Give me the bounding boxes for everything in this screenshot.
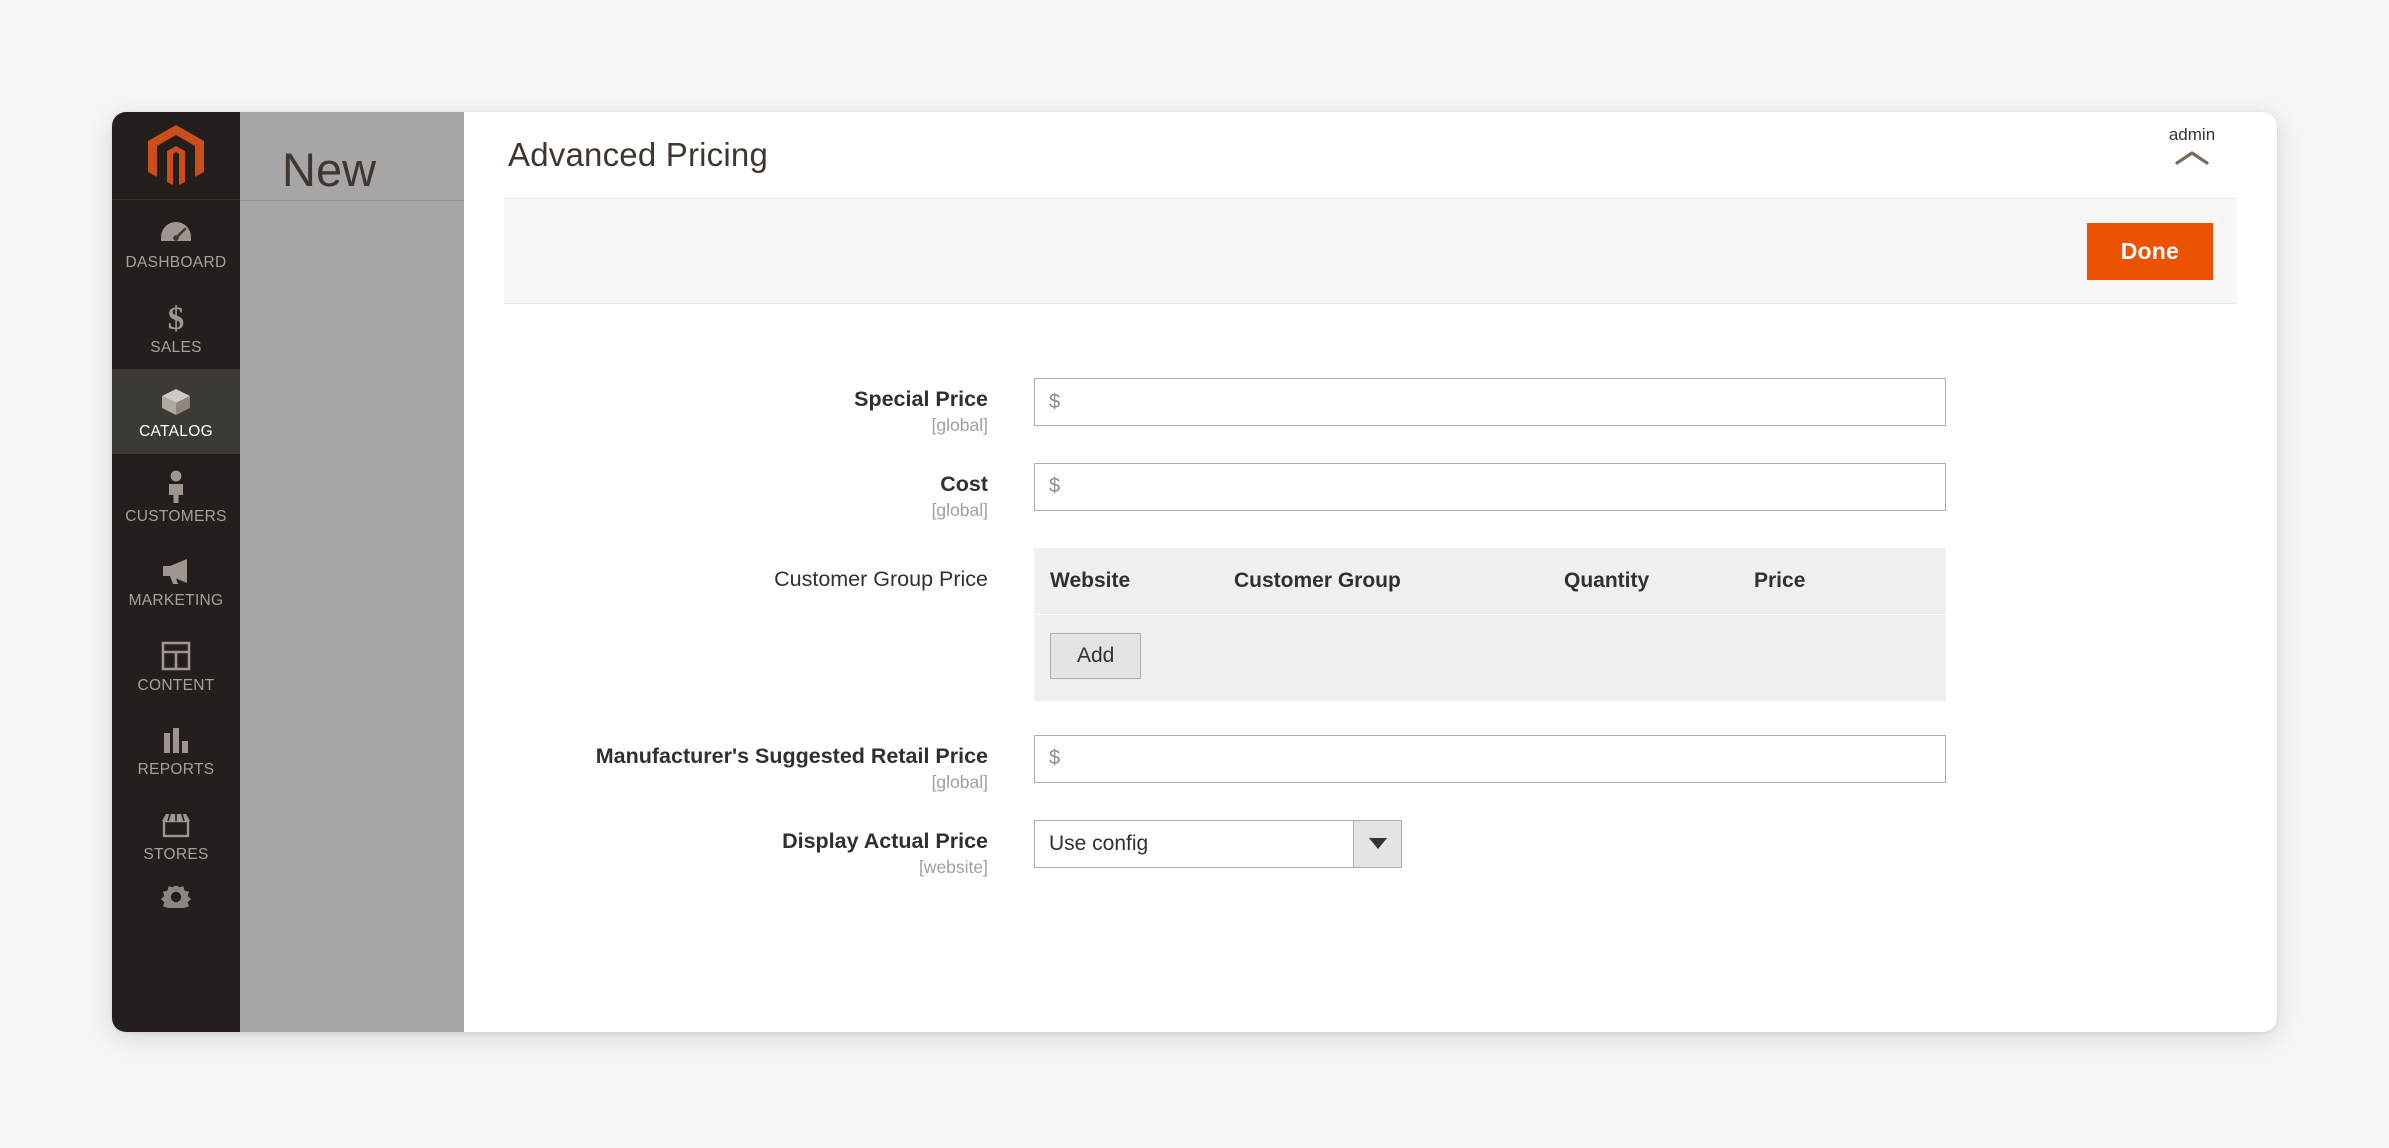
table-header-row: Website Customer Group Quantity Price bbox=[1034, 547, 1946, 615]
field-special-price: Special Price [global] bbox=[464, 378, 2277, 435]
column-header-quantity: Quantity bbox=[1564, 547, 1754, 615]
modal-title: Advanced Pricing bbox=[508, 136, 769, 173]
table-body: Add bbox=[1034, 614, 1946, 701]
sidebar-item-marketing[interactable]: MARKETING bbox=[112, 538, 240, 623]
field-control: Use config bbox=[1034, 819, 2277, 868]
gear-icon bbox=[114, 886, 238, 908]
dashboard-gauge-icon bbox=[114, 216, 238, 250]
sidebar-item-label: CATALOG bbox=[139, 423, 213, 440]
cost-input[interactable] bbox=[1034, 462, 1946, 511]
field-label: Manufacturer's Suggested Retail Price bbox=[595, 743, 988, 768]
msrp-input[interactable] bbox=[1034, 734, 1946, 783]
select-selected-value: Use config bbox=[1049, 831, 1149, 855]
sidebar-item-content[interactable]: CONTENT bbox=[112, 623, 240, 708]
modal-header: Advanced Pricing admin bbox=[464, 112, 2277, 198]
field-scope: [global] bbox=[931, 771, 988, 792]
add-tier-price-button[interactable]: Add bbox=[1050, 632, 1142, 679]
page-title: New bbox=[282, 143, 377, 196]
page-overlay: New Advanced Pricing admin Done Special … bbox=[240, 112, 2277, 1032]
field-control: Website Customer Group Quantity Price Ad… bbox=[1034, 547, 2277, 701]
field-control bbox=[1034, 462, 2277, 511]
storefront-icon bbox=[114, 808, 238, 842]
chevron-up-icon[interactable] bbox=[2173, 149, 2211, 167]
admin-window: DASHBOARD $ SALES CATALOG CUSTOMERS MARK… bbox=[112, 112, 2277, 1032]
field-label: Display Actual Price bbox=[782, 828, 988, 853]
table-head: Website Customer Group Quantity Price bbox=[1034, 547, 1946, 615]
field-scope: [website] bbox=[918, 856, 988, 877]
field-control bbox=[1034, 734, 2277, 783]
field-label-group: Display Actual Price [website] bbox=[464, 820, 1034, 877]
column-header-website: Website bbox=[1034, 547, 1234, 615]
table-footer-cell: Add bbox=[1034, 614, 1946, 701]
done-button[interactable]: Done bbox=[2086, 222, 2213, 280]
admin-account-label: admin bbox=[2168, 125, 2216, 144]
column-header-price: Price bbox=[1754, 547, 1946, 615]
special-price-input[interactable] bbox=[1034, 378, 1946, 426]
admin-sidebar: DASHBOARD $ SALES CATALOG CUSTOMERS MARK… bbox=[112, 112, 240, 1032]
field-label: Cost bbox=[940, 471, 988, 496]
sidebar-item-label: CUSTOMERS bbox=[125, 507, 227, 525]
svg-text:$: $ bbox=[168, 301, 185, 335]
layout-grid-icon bbox=[114, 639, 238, 673]
field-control bbox=[1034, 378, 2277, 426]
sidebar-item-system[interactable] bbox=[112, 876, 240, 927]
caret-down-shape bbox=[1368, 838, 1387, 850]
sidebar-item-reports[interactable]: REPORTS bbox=[112, 707, 240, 792]
megaphone-icon bbox=[114, 554, 238, 588]
magento-logo-icon bbox=[148, 124, 204, 185]
field-scope: [global] bbox=[931, 499, 988, 520]
field-label: Customer Group Price bbox=[774, 566, 988, 591]
sidebar-item-label: SALES bbox=[150, 338, 202, 356]
field-label-group: Manufacturer's Suggested Retail Price [g… bbox=[464, 735, 1034, 792]
advanced-pricing-modal: Advanced Pricing admin Done Special Pric… bbox=[464, 112, 2277, 1032]
field-label: Special Price bbox=[854, 387, 988, 411]
modal-body: Special Price [global] Cost [global] bbox=[464, 304, 2277, 1032]
admin-account-menu[interactable]: admin bbox=[2147, 125, 2237, 167]
column-header-customer-group: Customer Group bbox=[1234, 547, 1564, 615]
sidebar-item-label: DASHBOARD bbox=[125, 254, 227, 271]
field-customer-group-price: Customer Group Price Website Customer Gr… bbox=[464, 547, 2277, 701]
bar-chart-icon bbox=[114, 723, 238, 757]
sidebar-item-customers[interactable]: CUSTOMERS bbox=[112, 454, 240, 539]
field-scope: [global] bbox=[931, 414, 988, 435]
sidebar-item-label: MARKETING bbox=[128, 592, 224, 609]
sidebar-item-stores[interactable]: STORES bbox=[112, 792, 240, 877]
box-icon bbox=[114, 385, 238, 419]
sidebar-item-label: STORES bbox=[143, 845, 209, 863]
field-cost: Cost [global] bbox=[464, 462, 2277, 520]
display-actual-price-select[interactable]: Use config bbox=[1034, 819, 1402, 868]
sidebar-item-dashboard[interactable]: DASHBOARD bbox=[112, 200, 240, 285]
chevron-down-icon[interactable] bbox=[1353, 820, 1401, 867]
sidebar-item-catalog[interactable]: CATALOG bbox=[112, 369, 240, 454]
field-label-group: Cost [global] bbox=[464, 463, 1034, 520]
table-footer-row: Add bbox=[1034, 614, 1946, 701]
field-label-group: Special Price [global] bbox=[464, 378, 1034, 435]
customer-group-price-table: Website Customer Group Quantity Price Ad… bbox=[1034, 547, 1946, 701]
sidebar-item-sales[interactable]: $ SALES bbox=[112, 285, 240, 370]
modal-toolbar: Done bbox=[504, 198, 2237, 304]
field-display-actual-price: Display Actual Price [website] Use confi… bbox=[464, 819, 2277, 877]
sidebar-item-label: REPORTS bbox=[137, 761, 215, 778]
magento-logo[interactable] bbox=[112, 112, 240, 200]
field-msrp: Manufacturer's Suggested Retail Price [g… bbox=[464, 734, 2277, 792]
dollar-sign-icon: $ bbox=[114, 301, 238, 335]
person-icon bbox=[114, 470, 238, 504]
sidebar-item-label: CONTENT bbox=[137, 676, 215, 694]
field-label-group: Customer Group Price bbox=[464, 548, 1034, 592]
